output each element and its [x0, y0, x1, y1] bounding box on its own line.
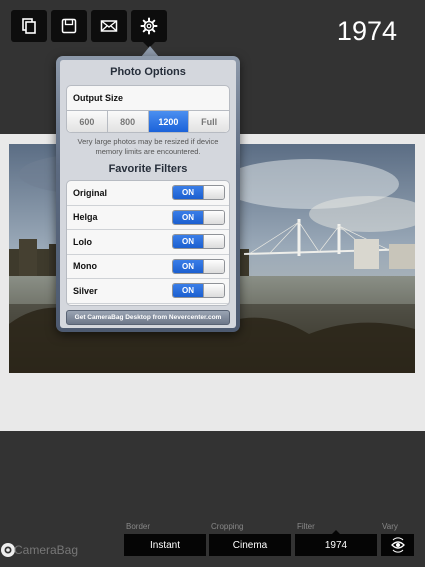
mail-icon	[100, 20, 118, 32]
size-option-full[interactable]: Full	[189, 111, 229, 132]
filter-row-helga: Helga ON	[67, 206, 229, 230]
copy-button[interactable]	[11, 10, 47, 42]
gear-icon	[140, 17, 158, 35]
output-size-group: Output Size 600 800 1200 Full	[66, 85, 230, 133]
vary-button[interactable]	[381, 534, 414, 556]
current-filter-title: 1974	[336, 16, 397, 46]
filter-row-mono: Mono ON	[67, 255, 229, 279]
output-size-label: Output Size	[73, 93, 123, 103]
filter-name: Lolo	[73, 236, 92, 247]
filter-toggle-lolo[interactable]: ON	[172, 234, 225, 250]
bottom-bar: CameraBag Border Instant Cropping Cinema…	[0, 510, 425, 567]
cropping-label: Cropping	[211, 522, 244, 531]
filter-name: Mono	[73, 261, 97, 272]
border-button[interactable]: Instant	[124, 534, 206, 556]
cropping-button[interactable]: Cinema	[209, 534, 291, 556]
resize-note: Very large photos may be resized if devi…	[77, 137, 219, 156]
copy-icon	[22, 18, 36, 34]
filter-label: Filter	[297, 522, 315, 531]
popover-content: Photo Options Output Size 600 800 1200 F…	[60, 60, 236, 328]
save-button[interactable]	[51, 10, 87, 42]
app-window: 1974 Photo Options Output Size 600 800 1…	[0, 0, 425, 567]
filter-row-original: Original ON	[67, 181, 229, 206]
eye-cycle-icon	[390, 537, 405, 553]
photo-options-popover: Photo Options Output Size 600 800 1200 F…	[56, 56, 240, 332]
size-option-600[interactable]: 600	[67, 111, 108, 132]
brand-name: CameraBag	[14, 543, 79, 557]
filter-row-lolo: Lolo ON	[67, 230, 229, 255]
filter-toggle-original[interactable]: ON	[172, 185, 225, 201]
get-desktop-button[interactable]: Get CameraBag Desktop from Nevercenter.c…	[66, 310, 230, 325]
filter-toggle-silver[interactable]: ON	[172, 283, 225, 299]
border-label: Border	[126, 522, 151, 531]
filter-button[interactable]: 1974	[295, 534, 377, 556]
filter-toggle-helga[interactable]: ON	[172, 209, 225, 225]
output-size-segmented-control: 600 800 1200 Full	[67, 110, 229, 132]
popover-title: Photo Options	[110, 66, 186, 78]
filter-row-silver: Silver ON	[67, 279, 229, 304]
size-option-800[interactable]: 800	[107, 111, 149, 132]
vary-label: Vary	[382, 522, 398, 531]
favorite-filters-list: Original ON Helga ON Lolo ON Mono ON Sil…	[66, 180, 230, 306]
size-option-1200[interactable]: 1200	[148, 111, 190, 132]
save-icon	[61, 18, 77, 34]
filter-name: Silver	[73, 285, 98, 296]
favorite-filters-title: Favorite Filters	[108, 163, 188, 175]
brand: CameraBag	[0, 540, 78, 560]
settings-button[interactable]	[131, 10, 167, 48]
filter-toggle-mono[interactable]: ON	[172, 258, 225, 274]
filter-name: Original	[73, 187, 108, 198]
mail-button[interactable]	[91, 10, 127, 42]
filter-name: Helga	[73, 212, 98, 223]
